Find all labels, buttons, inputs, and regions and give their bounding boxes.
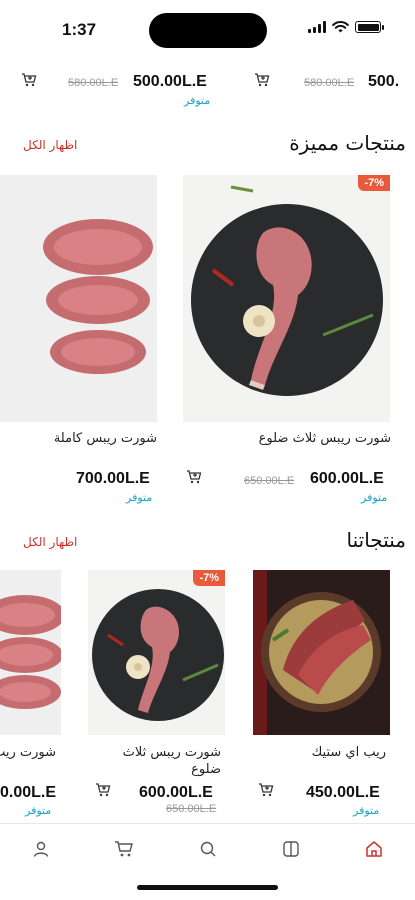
product-photo <box>253 570 381 735</box>
product-name[interactable]: شورت ريب <box>0 745 56 760</box>
discount-badge: -7% <box>193 570 225 586</box>
price: 600.00L.E <box>139 784 213 801</box>
product-photo <box>43 219 153 374</box>
price: 700.00L.E <box>76 470 150 487</box>
home-indicator <box>137 885 278 890</box>
product-photo <box>92 589 224 721</box>
price: 600.00L.E <box>310 470 384 487</box>
nav-search[interactable] <box>195 836 221 862</box>
battery-icon <box>355 21 384 33</box>
show-all-link[interactable]: اظهار الكل <box>23 138 77 152</box>
profile-icon <box>33 841 49 857</box>
home-icon <box>366 841 382 857</box>
dynamic-island <box>149 13 267 48</box>
price: 500.00L.E <box>133 73 207 90</box>
section-title: منتجات مميزة <box>289 131 406 155</box>
product-image[interactable] <box>0 570 61 735</box>
add-to-cart-icon[interactable] <box>186 469 202 485</box>
product-photo <box>191 185 383 396</box>
discount-badge: -7% <box>358 175 390 191</box>
availability: متوفر <box>25 804 52 817</box>
old-price: 580.00L.E <box>68 77 119 89</box>
nav-catalog[interactable] <box>278 836 304 862</box>
old-price: 580.00L.E <box>304 77 355 89</box>
product-name[interactable]: شورت ريبس كاملة <box>54 431 157 446</box>
product-name[interactable]: شورت ريبس ثلاث <box>123 745 221 760</box>
nav-home[interactable] <box>361 836 387 862</box>
product-name[interactable]: ريب اي ستيك <box>312 745 386 760</box>
availability: متوفر <box>361 491 388 504</box>
status-bar: 1:37 <box>0 0 415 58</box>
product-image[interactable]: -7% <box>88 570 225 735</box>
add-to-cart-icon[interactable] <box>21 72 37 88</box>
old-price: 650.00L.E <box>244 475 295 487</box>
availability: متوفر <box>126 491 153 504</box>
show-all-link[interactable]: اظهار الكل <box>23 535 77 549</box>
availability: متوفر <box>184 94 211 107</box>
wifi-icon <box>332 21 349 33</box>
product-image[interactable] <box>0 175 157 422</box>
availability: متوفر <box>353 804 380 817</box>
product-name-line2[interactable]: ضلوع <box>191 762 221 777</box>
status-time: 1:37 <box>62 20 97 39</box>
price: 500. <box>368 73 400 90</box>
product-photo <box>0 595 61 709</box>
section-title: منتجاتنا <box>346 528 406 552</box>
add-to-cart-icon[interactable] <box>258 782 274 798</box>
cart-icon <box>115 841 133 857</box>
status-icons <box>308 21 384 33</box>
add-to-cart-icon[interactable] <box>254 72 270 88</box>
price: 0.00L.E <box>0 784 57 801</box>
nav-profile[interactable] <box>28 836 54 862</box>
catalog-icon <box>283 841 299 857</box>
product-image[interactable] <box>253 570 390 735</box>
product-image[interactable]: -7% <box>183 175 390 422</box>
old-price: 650.00L.E <box>166 803 217 815</box>
nav-cart[interactable] <box>111 836 137 862</box>
price: 450.00L.E <box>306 784 380 801</box>
product-name[interactable]: شورت ريبس ثلاث ضلوع <box>259 431 391 446</box>
search-icon <box>200 841 216 857</box>
signal-icon <box>308 21 326 33</box>
add-to-cart-icon[interactable] <box>95 782 111 798</box>
